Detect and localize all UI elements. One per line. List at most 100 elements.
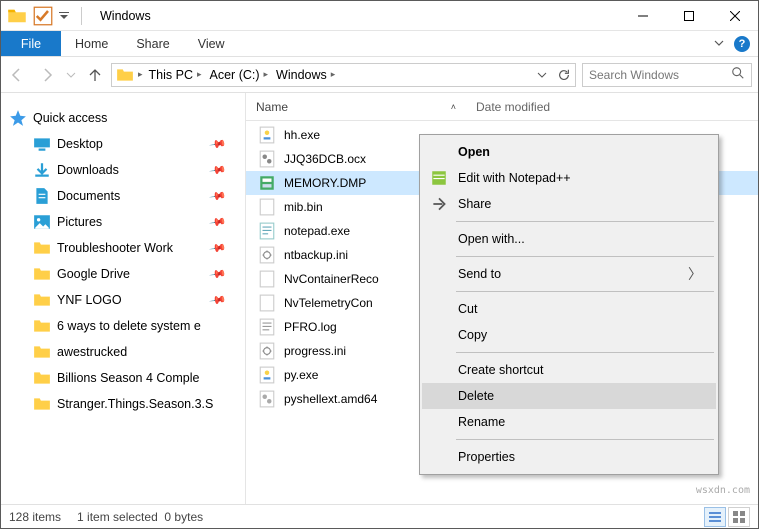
sidebar-item-label: Stranger.Things.Season.3.S	[57, 397, 213, 411]
folder-icon	[33, 239, 51, 257]
folder-icon	[33, 343, 51, 361]
file-name: NvContainerReco	[284, 272, 379, 286]
up-button[interactable]	[81, 61, 109, 89]
address-dropdown-icon[interactable]	[531, 70, 553, 80]
context-menu-delete[interactable]: Delete	[422, 383, 716, 409]
maximize-button[interactable]	[666, 1, 712, 30]
back-button[interactable]	[3, 61, 31, 89]
context-menu-copy[interactable]: Copy	[422, 322, 716, 348]
sidebar-item[interactable]: Desktop📌	[1, 131, 245, 157]
sidebar-item[interactable]: Google Drive 📌	[1, 261, 245, 287]
context-menu-rename[interactable]: Rename	[422, 409, 716, 435]
forward-button[interactable]	[33, 61, 61, 89]
file-name: mib.bin	[284, 200, 323, 214]
pin-icon: 📌	[209, 187, 228, 206]
context-menu-send-to[interactable]: Send to〉	[422, 261, 716, 287]
file-icon	[258, 270, 276, 288]
file-name: ntbackup.ini	[284, 248, 348, 262]
context-menu-open-with[interactable]: Open with...	[422, 226, 716, 252]
tab-share[interactable]: Share	[122, 31, 183, 56]
file-name: PFRO.log	[284, 320, 337, 334]
sidebar-item[interactable]: Documents📌	[1, 183, 245, 209]
notepadpp-icon	[430, 169, 448, 187]
file-explorer-window: Windows File Home Share View ? ▸ This PC…	[0, 0, 759, 529]
pin-icon: 📌	[209, 291, 228, 310]
file-icon	[258, 126, 276, 144]
pin-icon: 📌	[209, 265, 228, 284]
downloads-icon	[33, 161, 51, 179]
chevron-right-icon[interactable]: ▸	[264, 69, 269, 80]
file-name: notepad.exe	[284, 224, 350, 238]
sidebar-item[interactable]: Pictures📌	[1, 209, 245, 235]
thumbnails-view-button[interactable]	[728, 507, 750, 527]
column-header-name[interactable]: Name ˄	[246, 93, 466, 120]
tab-home[interactable]: Home	[61, 31, 122, 56]
navigation-pane[interactable]: Quick access Desktop📌Downloads📌Documents…	[1, 93, 246, 504]
status-selection: 1 item selected 0 bytes	[77, 510, 203, 524]
search-icon[interactable]	[731, 66, 745, 83]
pictures-icon	[33, 213, 51, 231]
sidebar-item-label: awestrucked	[57, 345, 127, 359]
properties-checkbox-icon[interactable]	[33, 6, 53, 26]
file-icon	[258, 246, 276, 264]
help-icon[interactable]: ?	[734, 36, 750, 52]
qat-dropdown-icon[interactable]	[59, 6, 69, 26]
chevron-right-icon[interactable]: ▸	[138, 69, 143, 80]
minimize-button[interactable]	[620, 1, 666, 30]
pin-icon: 📌	[209, 213, 228, 232]
file-tab[interactable]: File	[1, 31, 61, 56]
context-menu-properties[interactable]: Properties	[422, 444, 716, 470]
context-menu-edit-notepadpp[interactable]: Edit with Notepad++	[422, 165, 716, 191]
breadcrumb-folder[interactable]: Windows▸	[272, 64, 339, 86]
sidebar-item[interactable]: Troubleshooter Work📌	[1, 235, 245, 261]
details-view-button[interactable]	[704, 507, 726, 527]
refresh-icon[interactable]	[553, 68, 575, 82]
desktop-icon	[33, 135, 51, 153]
close-button[interactable]	[712, 1, 758, 30]
sidebar-item[interactable]: Billions Season 4 Comple	[1, 365, 245, 391]
address-bar[interactable]: ▸ This PC▸ Acer (C:)▸ Windows▸	[111, 63, 576, 87]
search-input[interactable]: Search Windows	[582, 63, 752, 87]
navigation-bar: ▸ This PC▸ Acer (C:)▸ Windows▸ Search Wi…	[1, 57, 758, 93]
sidebar-item[interactable]: Stranger.Things.Season.3.S	[1, 391, 245, 417]
sidebar-item[interactable]: YNF LOGO📌	[1, 287, 245, 313]
column-header-date[interactable]: Date modified	[466, 93, 758, 120]
context-menu-create-shortcut[interactable]: Create shortcut	[422, 357, 716, 383]
file-icon	[258, 390, 276, 408]
file-name: hh.exe	[284, 128, 320, 142]
ribbon-tabs: File Home Share View ?	[1, 31, 758, 57]
sidebar-item-label: Billions Season 4 Comple	[57, 371, 199, 385]
file-name: JJQ36DCB.ocx	[284, 152, 366, 166]
sidebar-item[interactable]: Downloads📌	[1, 157, 245, 183]
context-menu-cut[interactable]: Cut	[422, 296, 716, 322]
sidebar-item-label: Troubleshooter Work	[57, 241, 173, 255]
sort-indicator-icon: ˄	[451, 102, 456, 112]
chevron-right-icon[interactable]: ▸	[197, 69, 202, 80]
ribbon-expand-icon[interactable]	[714, 37, 724, 51]
sidebar-item-label: Google Drive	[57, 267, 130, 281]
file-name: MEMORY.DMP	[284, 176, 366, 190]
folder-icon	[7, 6, 27, 26]
tab-view[interactable]: View	[184, 31, 239, 56]
pin-icon: 📌	[209, 135, 228, 154]
context-menu-open[interactable]: Open	[422, 139, 716, 165]
folder-icon	[33, 395, 51, 413]
recent-dropdown-icon[interactable]	[63, 61, 79, 89]
titlebar: Windows	[1, 1, 758, 31]
folder-icon	[33, 291, 51, 309]
quick-access-header[interactable]: Quick access	[1, 105, 245, 131]
submenu-arrow-icon: 〉	[688, 264, 702, 284]
sidebar-item-label: 6 ways to delete system e	[57, 319, 201, 333]
file-icon	[258, 342, 276, 360]
breadcrumb-this-pc[interactable]: This PC▸	[145, 64, 206, 86]
context-menu: Open Edit with Notepad++ Share Open with…	[419, 134, 719, 475]
documents-icon	[33, 187, 51, 205]
sidebar-item[interactable]: awestrucked	[1, 339, 245, 365]
breadcrumb-drive[interactable]: Acer (C:)▸	[206, 64, 273, 86]
window-title: Windows	[100, 9, 151, 23]
folder-icon	[116, 66, 134, 84]
file-icon	[258, 174, 276, 192]
sidebar-item[interactable]: 6 ways to delete system e	[1, 313, 245, 339]
chevron-right-icon[interactable]: ▸	[331, 69, 336, 80]
context-menu-share[interactable]: Share	[422, 191, 716, 217]
